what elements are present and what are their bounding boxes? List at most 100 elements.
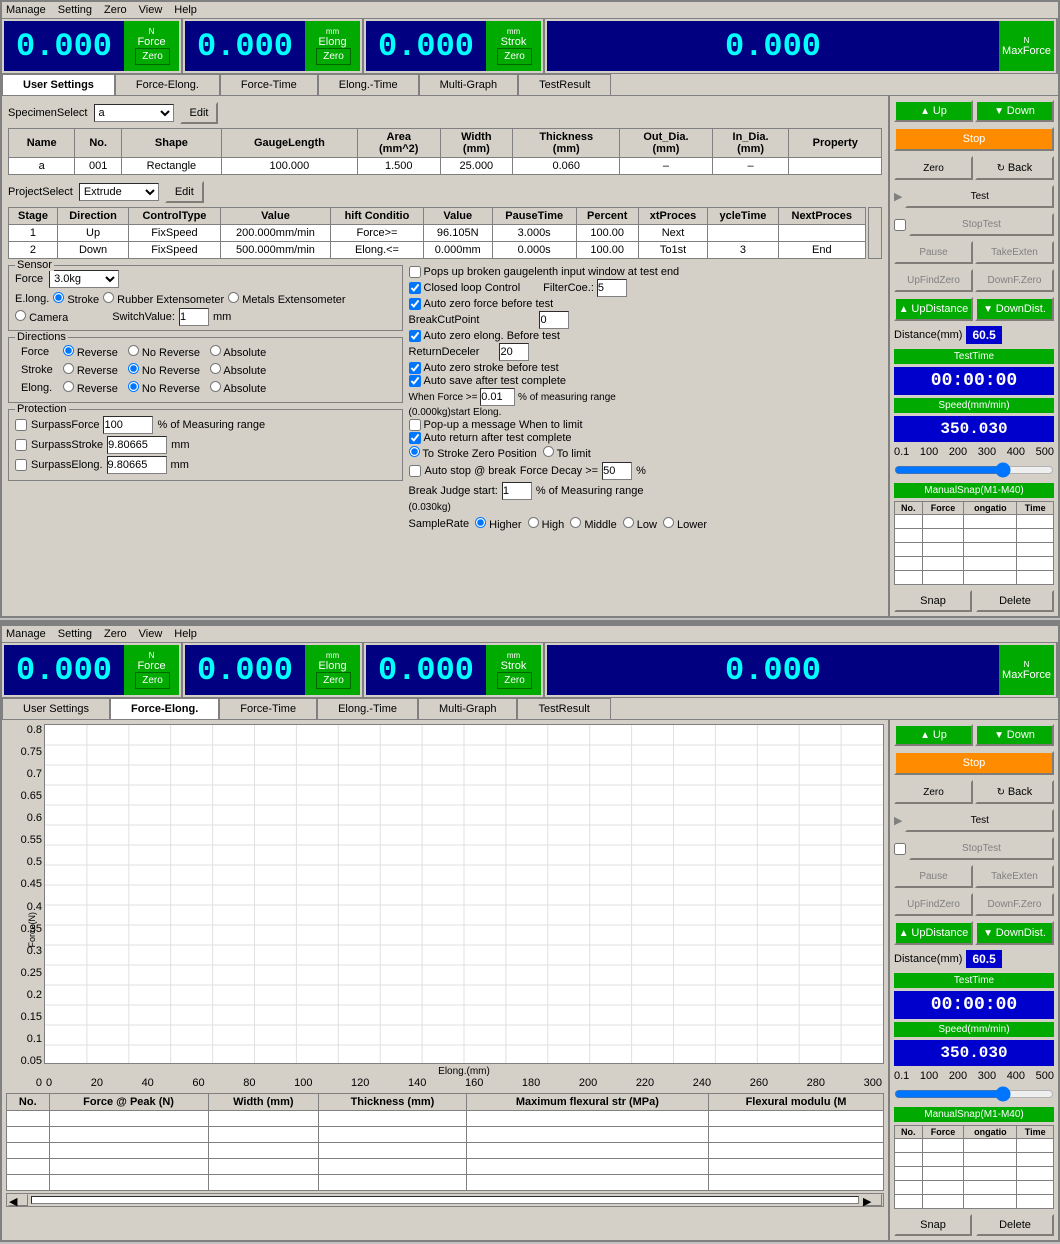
- up-button[interactable]: ▲ Up: [894, 100, 973, 122]
- project-select[interactable]: Extrude: [79, 183, 159, 201]
- surpass-elong-value[interactable]: [107, 456, 167, 474]
- force-zero-button[interactable]: Zero: [135, 48, 170, 65]
- tab-force-time[interactable]: Force-Time: [220, 74, 318, 95]
- elong-stroke-radio[interactable]: [53, 292, 64, 303]
- project-edit-button[interactable]: Edit: [165, 181, 204, 203]
- back-button[interactable]: ↻ Back: [975, 156, 1054, 180]
- return-stroke-zero-radio[interactable]: [409, 446, 420, 457]
- b-updistance-button[interactable]: ▲ UpDistance: [894, 921, 973, 945]
- returndeceler-input[interactable]: [499, 343, 529, 361]
- b-down-button[interactable]: ▼ Down: [975, 724, 1054, 746]
- pause-button[interactable]: Pause: [894, 241, 973, 264]
- b-delete-button[interactable]: Delete: [976, 1214, 1054, 1236]
- upfindzero-button[interactable]: UpFindZero: [894, 269, 973, 292]
- sample-middle-radio[interactable]: [570, 517, 581, 528]
- cb-popup-limit[interactable]: [409, 419, 421, 431]
- tab-testresult[interactable]: TestResult: [518, 74, 611, 95]
- tab-force-elong[interactable]: Force-Elong.: [115, 74, 220, 95]
- b-tab-multi-graph[interactable]: Multi-Graph: [418, 698, 517, 719]
- test-button[interactable]: Test: [905, 185, 1054, 208]
- cb-auto-zero-stroke[interactable]: [409, 362, 421, 374]
- stroke-absolute-radio[interactable]: [210, 363, 221, 374]
- b-test-button[interactable]: Test: [905, 809, 1054, 832]
- break-judge-input[interactable]: [502, 482, 532, 500]
- breakcut-input[interactable]: [539, 311, 569, 329]
- takeexten-button[interactable]: TakeExten: [975, 241, 1054, 264]
- filter-coe-input[interactable]: [597, 279, 627, 297]
- stoptest-check[interactable]: [894, 219, 906, 231]
- elong-reverse-radio2[interactable]: [63, 381, 74, 392]
- surpass-force-value[interactable]: [103, 416, 153, 434]
- menu-setting[interactable]: Setting: [58, 4, 92, 16]
- b-menu-setting[interactable]: Setting: [58, 628, 92, 640]
- tab-user-settings[interactable]: User Settings: [2, 74, 115, 95]
- menu-manage[interactable]: Manage: [6, 4, 46, 16]
- b-tab-force-time[interactable]: Force-Time: [219, 698, 317, 719]
- force-absolute-radio[interactable]: [210, 345, 221, 356]
- downfzero-button[interactable]: DownF.Zero: [975, 269, 1054, 292]
- sample-high-radio[interactable]: [528, 517, 539, 528]
- when-force-input[interactable]: [480, 388, 515, 406]
- switch-value-input[interactable]: [179, 308, 209, 326]
- speed-slider[interactable]: [894, 462, 1054, 478]
- cb-pops-broken[interactable]: [409, 266, 421, 278]
- menu-zero[interactable]: Zero: [104, 4, 127, 16]
- b-up-button[interactable]: ▲ Up: [894, 724, 973, 746]
- surpass-force-check[interactable]: [15, 419, 27, 431]
- b-snap-button[interactable]: Snap: [894, 1214, 972, 1236]
- surpass-elong-check[interactable]: [15, 459, 27, 471]
- cb-auto-stop-break[interactable]: [409, 465, 421, 477]
- downdist-button[interactable]: ▼ DownDist.: [975, 297, 1054, 321]
- b-downfzero-button[interactable]: DownF.Zero: [975, 893, 1054, 916]
- surpass-stroke-value[interactable]: [107, 436, 167, 454]
- cb-auto-save[interactable]: [409, 375, 421, 387]
- b-menu-zero[interactable]: Zero: [104, 628, 127, 640]
- cb-auto-zero-force[interactable]: [409, 298, 421, 310]
- stoptest-button[interactable]: StopTest: [909, 213, 1054, 236]
- scroll-right-btn[interactable]: ▶: [862, 1194, 882, 1206]
- b-pause-button[interactable]: Pause: [894, 865, 973, 888]
- force-decay-input[interactable]: [602, 462, 632, 480]
- b-back-button[interactable]: ↻ Back: [975, 780, 1054, 804]
- snap-button[interactable]: Snap: [894, 590, 972, 612]
- b-menu-manage[interactable]: Manage: [6, 628, 46, 640]
- elong-absolute-radio[interactable]: [210, 381, 221, 392]
- menu-view[interactable]: View: [139, 4, 163, 16]
- specimen-edit-button[interactable]: Edit: [180, 102, 219, 124]
- stage-scrollbar[interactable]: [868, 207, 882, 259]
- b-strok-zero-button[interactable]: Zero: [497, 672, 532, 689]
- b-tab-elong-time[interactable]: Elong.-Time: [317, 698, 418, 719]
- b-menu-help[interactable]: Help: [174, 628, 197, 640]
- updistance-button[interactable]: ▲ UpDistance: [894, 297, 973, 321]
- tab-multi-graph[interactable]: Multi-Graph: [419, 74, 518, 95]
- sample-lower-radio[interactable]: [663, 517, 674, 528]
- b-takeexten-button[interactable]: TakeExten: [975, 865, 1054, 888]
- cb-auto-zero-elong[interactable]: [409, 330, 421, 342]
- b-menu-view[interactable]: View: [139, 628, 163, 640]
- stop-button[interactable]: Stop: [894, 127, 1054, 151]
- stroke-noreverse-radio[interactable]: [128, 363, 139, 374]
- b-stoptest-check[interactable]: [894, 843, 906, 855]
- force-noreverse-radio[interactable]: [128, 345, 139, 356]
- specimen-select[interactable]: a: [94, 104, 174, 122]
- stroke-reverse-radio[interactable]: [63, 363, 74, 374]
- delete-button[interactable]: Delete: [976, 590, 1054, 612]
- force-reverse-radio[interactable]: [63, 345, 74, 356]
- zero-button[interactable]: Zero: [894, 156, 973, 180]
- b-stop-button[interactable]: Stop: [894, 751, 1054, 775]
- b-downdist-button[interactable]: ▼ DownDist.: [975, 921, 1054, 945]
- scroll-left-btn[interactable]: ◀: [8, 1194, 28, 1206]
- return-to-limit-radio[interactable]: [543, 446, 554, 457]
- force-sensor-select[interactable]: 3.0kg: [49, 270, 119, 288]
- b-tab-user-settings[interactable]: User Settings: [2, 698, 110, 719]
- b-zero-button[interactable]: Zero: [894, 780, 973, 804]
- b-speed-slider[interactable]: [894, 1086, 1054, 1102]
- menu-help[interactable]: Help: [174, 4, 197, 16]
- sample-higher-radio[interactable]: [475, 517, 486, 528]
- strok-zero-button[interactable]: Zero: [497, 48, 532, 65]
- down-button[interactable]: ▼ Down: [975, 100, 1054, 122]
- cb-closed-loop[interactable]: [409, 282, 421, 294]
- b-upfindzero-button[interactable]: UpFindZero: [894, 893, 973, 916]
- elong-metals-radio[interactable]: [228, 292, 239, 303]
- b-force-zero-button[interactable]: Zero: [135, 672, 170, 689]
